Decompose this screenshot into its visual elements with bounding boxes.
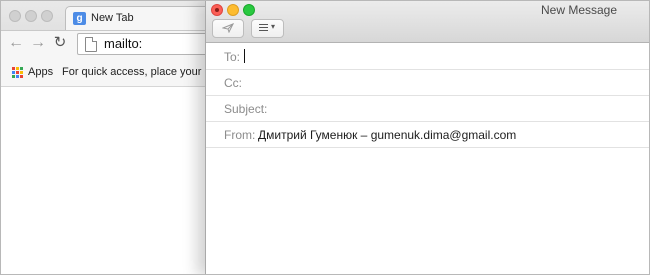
- format-menu-button[interactable]: ▾: [251, 19, 284, 38]
- google-g-icon: g: [73, 12, 86, 25]
- page-icon: [85, 37, 97, 52]
- to-field[interactable]: To:: [206, 43, 649, 70]
- tab-title: New Tab: [91, 12, 134, 24]
- from-value[interactable]: Дмитрий Гуменюк – gumenuk.dima@gmail.com: [258, 128, 516, 142]
- apps-grid-icon[interactable]: [12, 67, 23, 78]
- from-field[interactable]: From: Дмитрий Гуменюк – gumenuk.dima@gma…: [206, 121, 649, 148]
- cc-label: Cc:: [224, 76, 242, 90]
- apps-link[interactable]: Apps: [28, 66, 53, 78]
- to-label: To:: [224, 50, 241, 64]
- new-message-window: New Message ▾ To: Cc: Subject: From: Дми…: [205, 1, 649, 274]
- window-title: New Message: [541, 3, 618, 17]
- forward-arrow-icon[interactable]: →: [29, 34, 47, 52]
- zoom-button[interactable]: [243, 4, 255, 16]
- bookmarks-hint-text: For quick access, place your book: [62, 66, 229, 78]
- paper-plane-icon: [222, 23, 234, 33]
- reload-icon[interactable]: ↻: [51, 34, 69, 52]
- subject-field[interactable]: Subject:: [206, 95, 649, 122]
- browser-close-button[interactable]: [9, 10, 21, 22]
- screen: g New Tab ← → ↻ mailto: Apps For quick a…: [0, 0, 650, 275]
- subject-label: Subject:: [224, 102, 268, 116]
- address-bar-text: mailto:: [104, 36, 143, 51]
- cc-field[interactable]: Cc:: [206, 69, 649, 96]
- tab-new-tab[interactable]: g New Tab: [65, 6, 217, 31]
- list-icon: [259, 24, 268, 32]
- minimize-button[interactable]: [227, 4, 239, 16]
- browser-zoom-button[interactable]: [41, 10, 53, 22]
- back-arrow-icon[interactable]: ←: [7, 34, 25, 52]
- from-label: From:: [224, 128, 256, 142]
- send-button[interactable]: [212, 19, 244, 38]
- browser-minimize-button[interactable]: [25, 10, 37, 22]
- text-cursor: [244, 49, 245, 63]
- close-button[interactable]: [211, 4, 223, 16]
- chevron-down-icon: ▾: [271, 22, 276, 31]
- mail-titlebar: New Message ▾: [206, 1, 649, 43]
